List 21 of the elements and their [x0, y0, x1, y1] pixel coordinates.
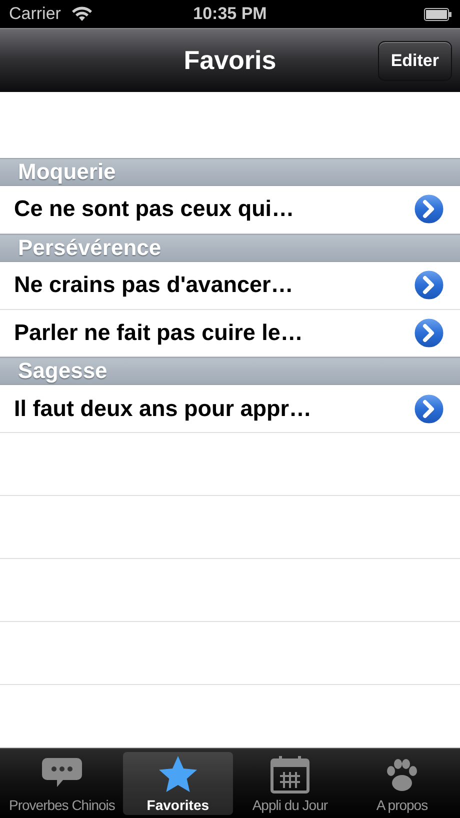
- tab-item[interactable]: Favorites: [122, 752, 233, 815]
- edit-button[interactable]: Editer: [378, 41, 452, 81]
- tab-item[interactable]: Proverbes Chinois: [3, 752, 121, 815]
- tab-item[interactable]: Appli du Jour: [234, 752, 345, 815]
- section-header: Persévérence: [18, 234, 162, 261]
- clock-time: 10:35 PM: [193, 4, 267, 24]
- disclosure-button[interactable]: [412, 392, 446, 426]
- disclosure-button[interactable]: [412, 192, 446, 226]
- section-header: Sagesse: [18, 358, 108, 384]
- screen-title: Favoris: [184, 45, 276, 76]
- proverb-row[interactable]: Il faut deux ans pour appr…: [14, 396, 412, 422]
- section-header: Moquerie: [18, 159, 116, 185]
- disclosure-button[interactable]: [412, 268, 446, 302]
- disclosure-button[interactable]: [412, 316, 446, 350]
- battery-icon: [424, 8, 452, 20]
- proverb-row[interactable]: Parler ne fait pas cuire le…: [14, 320, 412, 346]
- wifi-icon: [70, 6, 93, 22]
- proverb-row[interactable]: Ne crains pas d'avancer…: [14, 272, 412, 298]
- tab-item[interactable]: A propos: [346, 752, 457, 815]
- proverb-row[interactable]: Ce ne sont pas ceux qui…: [14, 196, 412, 222]
- carrier-label: Carrier: [9, 4, 61, 24]
